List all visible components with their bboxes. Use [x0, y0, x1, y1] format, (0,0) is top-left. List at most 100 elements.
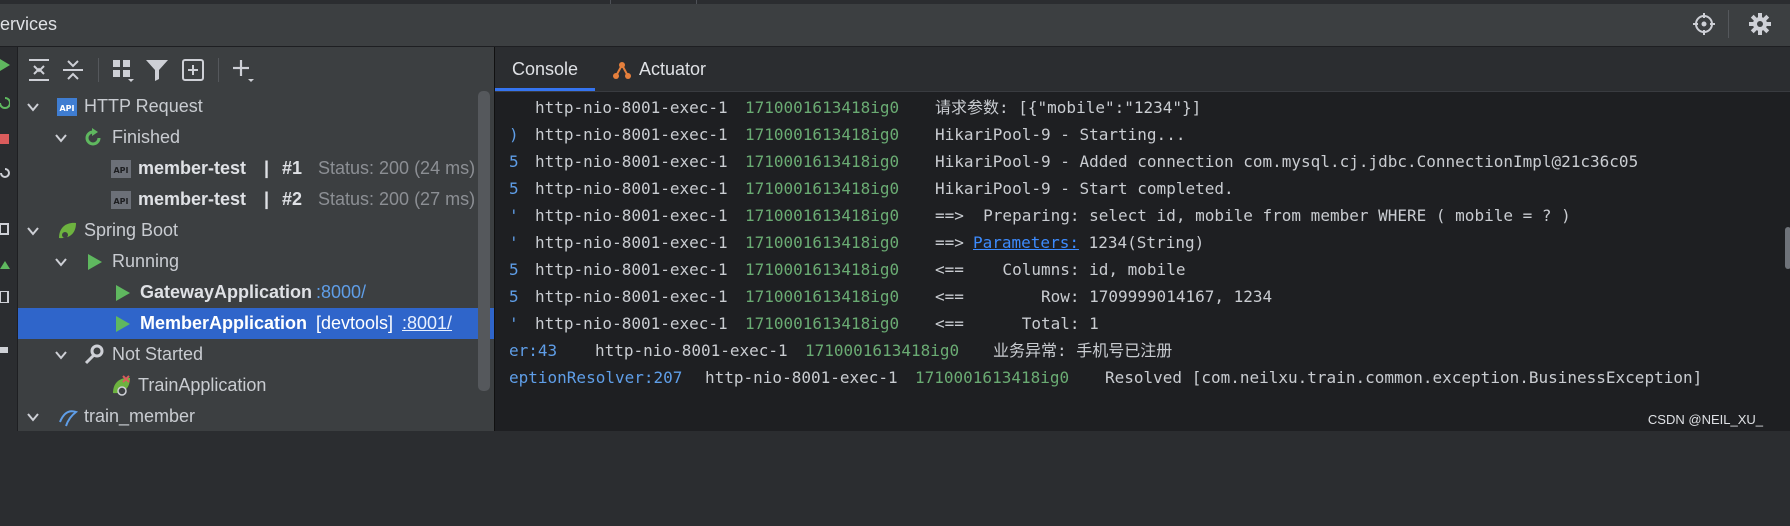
request-status: Status: 200 (24 ms): [318, 158, 476, 178]
rerun-icon[interactable]: [0, 97, 10, 109]
log-source-fragment: 5: [509, 287, 519, 306]
application-tag: [devtools]: [316, 313, 394, 333]
tree-node-running[interactable]: Running: [18, 246, 494, 277]
tree-node-request-2[interactable]: API member-test | #2 Status: 200 (27 ms): [18, 184, 494, 215]
gear-icon[interactable]: [1748, 12, 1772, 36]
left-action-strip: [0, 47, 18, 431]
api-icon: API: [111, 191, 131, 209]
services-tree: API HTTP Request Finished API member-tes…: [18, 91, 494, 431]
console-scrollbar[interactable]: [1785, 227, 1790, 269]
console-tab-bar: Console Actuator: [495, 47, 1790, 92]
log-message: <== Columns: id, mobile: [935, 260, 1186, 279]
request-status: Status: 200 (27 ms): [318, 189, 476, 209]
request-separator: |: [264, 158, 270, 178]
tab-console[interactable]: Console: [495, 47, 595, 91]
console-line: 5 http-nio-8001-exec-1 1710001613418ig0 …: [495, 283, 1790, 310]
application-name: MemberApplication: [140, 313, 308, 333]
log-message: HikariPool-9 - Start completed.: [935, 179, 1234, 198]
log-source-link[interactable]: eptionResolver:207: [509, 364, 682, 391]
top-strip: [0, 0, 1790, 4]
watermark: CSDN @NEIL_XU_: [1647, 412, 1763, 427]
tree-node-label: HTTP Request: [84, 96, 203, 116]
tree-node-gateway-application[interactable]: GatewayApplication :8000/: [18, 277, 494, 308]
tree-node-spring-boot[interactable]: Spring Boot: [18, 215, 494, 246]
tree-node-request-1[interactable]: API member-test | #1 Status: 200 (24 ms): [18, 153, 494, 184]
console-line: ' http-nio-8001-exec-1 1710001613418ig0 …: [495, 202, 1790, 229]
application-name: GatewayApplication: [140, 282, 313, 302]
crosshair-icon[interactable]: [1692, 12, 1716, 36]
request-separator: |: [264, 189, 270, 209]
run-icon[interactable]: [0, 59, 10, 71]
log-thread: http-nio-8001-exec-1: [535, 233, 728, 252]
log-source-fragment: ): [509, 125, 519, 144]
log-thread: http-nio-8001-exec-1: [595, 341, 788, 360]
log-source-fragment: ': [509, 206, 519, 225]
filter-icon[interactable]: [144, 57, 170, 83]
log-trace-id: 1710001613418ig0: [745, 287, 900, 306]
add-service-icon[interactable]: [230, 57, 256, 83]
application-port-link[interactable]: :8000/: [316, 277, 366, 308]
tree-node-label: Running: [112, 251, 180, 271]
tree-node-not-started[interactable]: Not Started: [18, 339, 494, 370]
log-trace-id: 1710001613418ig0: [745, 206, 900, 225]
title-bar: ervices: [0, 0, 1790, 47]
log-trace-id: 1710001613418ig0: [915, 368, 1070, 387]
api-icon: API: [57, 98, 77, 116]
collapse-all-icon[interactable]: [60, 57, 86, 83]
layout-icon[interactable]: [0, 223, 10, 235]
tab-actuator[interactable]: Actuator: [611, 47, 721, 91]
chevron-down-icon[interactable]: [54, 348, 68, 362]
chevron-down-icon[interactable]: [26, 224, 40, 238]
log-message: 请求参数: [{"mobile":"1234"}]: [935, 98, 1202, 117]
tree-node-label: TrainApplication: [138, 375, 267, 395]
restart-icon[interactable]: [0, 167, 10, 179]
chevron-down-icon[interactable]: [26, 410, 40, 424]
log-message: HikariPool-9 - Added connection com.mysq…: [935, 152, 1639, 171]
tree-node-train-member[interactable]: train_member: [18, 401, 494, 432]
log-trace-id: 1710001613418ig0: [805, 341, 960, 360]
console-output[interactable]: http-nio-8001-exec-1 1710001613418ig0 请求…: [495, 94, 1790, 424]
request-name: member-test: [138, 158, 247, 178]
log-source-fragment: 5: [509, 179, 519, 198]
svg-text:API: API: [113, 166, 128, 175]
stop-icon[interactable]: [0, 133, 10, 145]
console-line: ' http-nio-8001-exec-1 1710001613418ig0 …: [495, 310, 1790, 337]
chevron-down-icon[interactable]: [54, 255, 68, 269]
log-thread: http-nio-8001-exec-1: [535, 179, 728, 198]
tree-node-http-request[interactable]: API HTTP Request: [18, 91, 494, 122]
actuator-icon: [613, 62, 631, 79]
api-icon: API: [111, 160, 131, 178]
tree-node-finished[interactable]: Finished: [18, 122, 494, 153]
application-port-link[interactable]: :8001/: [402, 308, 452, 339]
tree-toolbar: [18, 47, 494, 91]
log-thread: http-nio-8001-exec-1: [535, 152, 728, 171]
frame-icon[interactable]: [0, 291, 10, 303]
grid-icon[interactable]: [0, 341, 10, 353]
console-line: ) http-nio-8001-exec-1 1710001613418ig0 …: [495, 121, 1790, 148]
log-thread: http-nio-8001-exec-1: [535, 98, 728, 117]
log-trace-id: 1710001613418ig0: [745, 98, 900, 117]
log-message: <== Row: 1709999014167, 1234: [935, 287, 1273, 306]
log-thread: http-nio-8001-exec-1: [535, 125, 728, 144]
chevron-down-icon[interactable]: [26, 100, 40, 114]
request-number: #2: [282, 189, 303, 209]
log-source-fragment: ': [509, 314, 519, 333]
group-by-icon[interactable]: [110, 57, 136, 83]
log-thread: http-nio-8001-exec-1: [535, 206, 728, 225]
parameters-link[interactable]: Parameters:: [973, 229, 1079, 256]
chevron-down-icon[interactable]: [54, 131, 68, 145]
tree-node-label: Not Started: [112, 344, 204, 364]
tree-node-member-application[interactable]: MemberApplication [devtools] :8001/: [18, 308, 494, 339]
log-thread: http-nio-8001-exec-1: [535, 260, 728, 279]
wrench-icon: [84, 344, 104, 365]
deploy-icon[interactable]: [0, 257, 10, 269]
console-line: er:43 http-nio-8001-exec-1 1710001613418…: [495, 337, 1790, 364]
console-line: 5 http-nio-8001-exec-1 1710001613418ig0 …: [495, 148, 1790, 175]
tree-node-train-application[interactable]: TrainApplication: [18, 370, 494, 401]
toolbar-separator: [98, 58, 99, 82]
tree-scrollbar[interactable]: [478, 91, 490, 391]
new-group-icon[interactable]: [180, 57, 206, 83]
log-source-link[interactable]: er:43: [509, 337, 557, 364]
expand-all-icon[interactable]: [26, 57, 52, 83]
svg-text:API: API: [59, 104, 74, 113]
